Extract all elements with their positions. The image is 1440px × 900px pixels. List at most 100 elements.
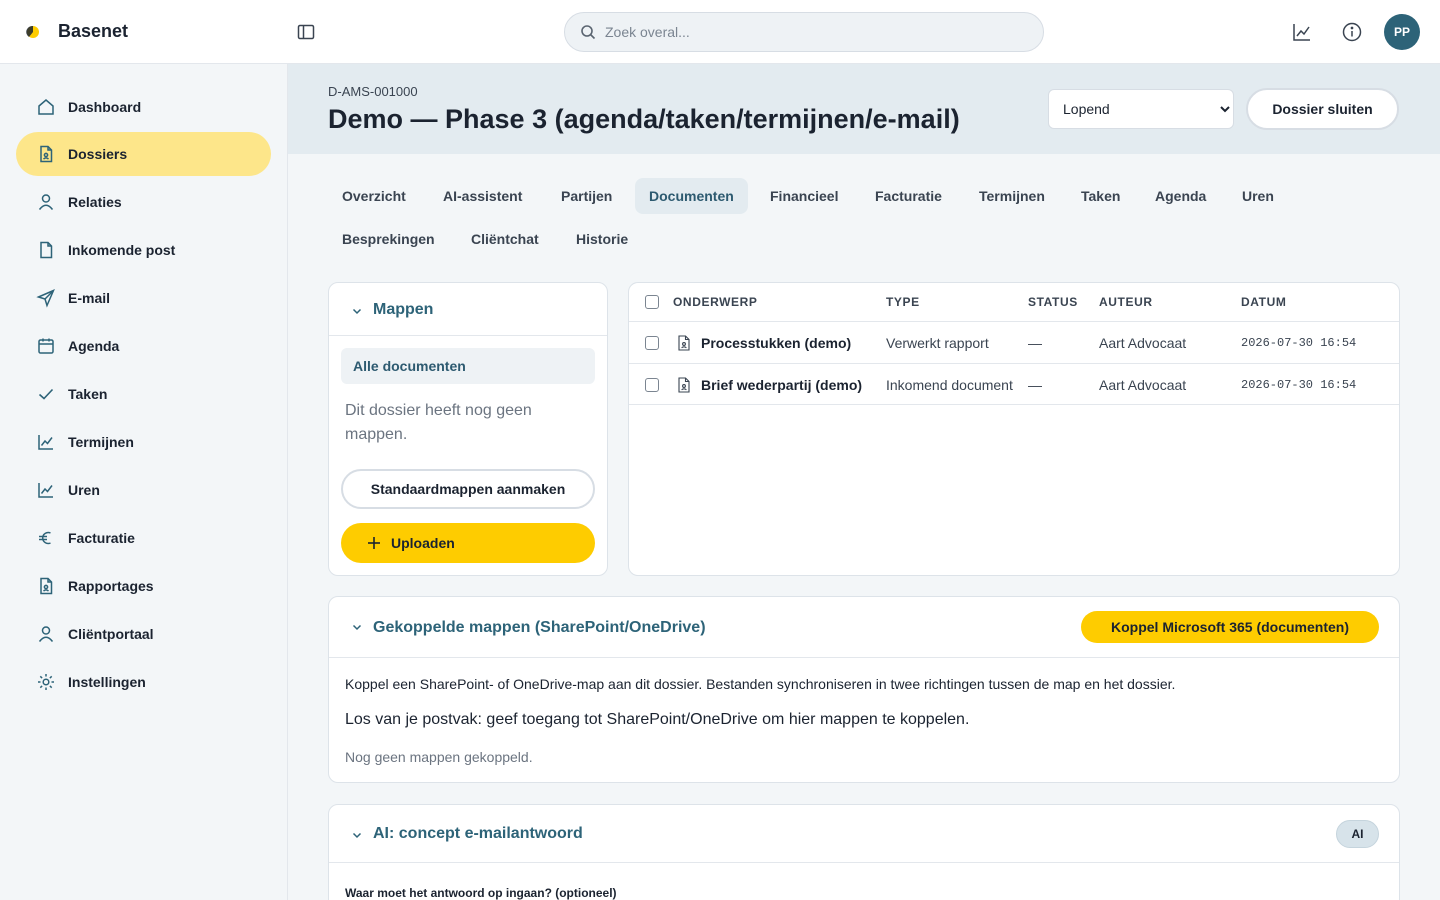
sidebar-item-email[interactable]: E-mail bbox=[16, 276, 271, 320]
document-icon bbox=[40, 241, 53, 259]
sidebar-item-relaties[interactable]: Relaties bbox=[16, 180, 271, 224]
document-date: 2026-07-30 16:54 bbox=[1241, 336, 1357, 350]
column-header-datum[interactable]: DATUM bbox=[1241, 295, 1286, 309]
sidebar-item-facturatie[interactable]: Facturatie bbox=[16, 516, 271, 560]
status-select[interactable]: Lopend bbox=[1048, 89, 1234, 129]
tab-facturatie[interactable]: Facturatie bbox=[861, 178, 956, 214]
main-content: D-AMS-001000 Demo — Phase 3 (agenda/take… bbox=[288, 64, 1440, 900]
column-header-type[interactable]: TYPE bbox=[886, 295, 920, 309]
divider bbox=[329, 862, 1399, 863]
all-documents-item[interactable]: Alle documenten bbox=[341, 348, 595, 384]
file-icon bbox=[678, 335, 690, 351]
sidebar-item-label: Instellingen bbox=[68, 674, 146, 690]
home-icon bbox=[38, 99, 54, 115]
check-icon bbox=[38, 388, 54, 400]
chart-icon bbox=[38, 435, 53, 450]
document-author: Aart Advocaat bbox=[1099, 377, 1187, 393]
page-title: Demo — Phase 3 (agenda/taken/termijnen/e… bbox=[328, 104, 960, 134]
dossier-id: D-AMS-001000 bbox=[328, 84, 418, 99]
brand-name[interactable]: Basenet bbox=[58, 21, 128, 42]
sidebar-item-uren[interactable]: Uren bbox=[16, 468, 271, 512]
folders-empty-text: Dit dossier heeft nog geen mappen. bbox=[345, 402, 532, 443]
user-icon bbox=[38, 194, 54, 210]
file-icon bbox=[678, 377, 690, 393]
linked-folders-description: Koppel een SharePoint- of OneDrive-map a… bbox=[345, 676, 1176, 692]
upload-label: Uploaden bbox=[391, 535, 455, 551]
sidebar-item-instellingen[interactable]: Instellingen bbox=[16, 660, 271, 704]
dossier-header: D-AMS-001000 Demo — Phase 3 (agenda/take… bbox=[288, 64, 1440, 154]
document-status: — bbox=[1028, 377, 1042, 393]
search-input[interactable] bbox=[605, 22, 1025, 42]
sidebar: Dashboard Dossiers Relaties Inkomende po… bbox=[0, 64, 288, 900]
chart-icon bbox=[38, 483, 53, 498]
ai-reply-field-label: Waar moet het antwoord op ingaan? (optio… bbox=[345, 886, 617, 900]
sidebar-item-label: Uren bbox=[68, 482, 100, 498]
ai-badge: AI bbox=[1336, 820, 1379, 848]
sidebar-item-agenda[interactable]: Agenda bbox=[16, 324, 271, 368]
table-row[interactable]: Brief wederpartij (demo) Inkomend docume… bbox=[629, 363, 1399, 405]
sidebar-item-rapportages[interactable]: Rapportages bbox=[16, 564, 271, 608]
table-row[interactable]: Processtukken (demo) Verwerkt rapport — … bbox=[629, 321, 1399, 363]
euro-icon bbox=[39, 531, 51, 545]
sidebar-toggle-icon[interactable] bbox=[296, 22, 316, 42]
tab-documenten[interactable]: Documenten bbox=[635, 178, 748, 214]
document-subject[interactable]: Brief wederpartij (demo) bbox=[701, 377, 862, 393]
user-avatar[interactable]: PP bbox=[1384, 14, 1420, 50]
global-search[interactable] bbox=[564, 12, 1044, 52]
connect-microsoft-365-button[interactable]: Koppel Microsoft 365 (documenten) bbox=[1081, 611, 1379, 643]
chevron-down-icon[interactable] bbox=[351, 305, 363, 317]
user-icon bbox=[38, 626, 54, 642]
tab-overzicht[interactable]: Overzicht bbox=[328, 178, 420, 214]
sidebar-item-taken[interactable]: Taken bbox=[16, 372, 271, 416]
search-icon bbox=[581, 25, 596, 40]
tab-financieel[interactable]: Financieel bbox=[756, 178, 852, 214]
sidebar-item-label: Termijnen bbox=[68, 434, 134, 450]
document-status: — bbox=[1028, 335, 1042, 351]
folders-panel: Mappen Alle documenten Dit dossier heeft… bbox=[328, 282, 608, 576]
sidebar-item-label: Facturatie bbox=[68, 530, 135, 546]
upload-button[interactable]: Uploaden bbox=[341, 523, 595, 563]
ai-reply-title: AI: concept e-mailantwoord bbox=[373, 825, 583, 842]
document-subject[interactable]: Processtukken (demo) bbox=[701, 335, 851, 351]
sidebar-item-label: Relaties bbox=[68, 194, 122, 210]
sidebar-item-label: E-mail bbox=[68, 290, 111, 306]
chevron-down-icon[interactable] bbox=[351, 829, 363, 841]
column-header-status[interactable]: STATUS bbox=[1028, 295, 1078, 309]
column-header-auteur[interactable]: AUTEUR bbox=[1099, 295, 1153, 309]
sidebar-item-dossiers[interactable]: Dossiers bbox=[16, 132, 271, 176]
linked-folders-note: Los van je postvak: geef toegang tot Sha… bbox=[345, 711, 970, 728]
row-checkbox[interactable] bbox=[645, 378, 659, 392]
tab-ai-assistent[interactable]: AI-assistent bbox=[429, 178, 536, 214]
close-dossier-button[interactable]: Dossier sluiten bbox=[1246, 88, 1399, 130]
select-all-checkbox[interactable] bbox=[645, 295, 659, 309]
tab-partijen[interactable]: Partijen bbox=[547, 178, 626, 214]
tab-taken[interactable]: Taken bbox=[1067, 178, 1134, 214]
sidebar-item-clientportaal[interactable]: Cliëntportaal bbox=[16, 612, 271, 656]
tab-historie[interactable]: Historie bbox=[562, 221, 642, 257]
settings-icon bbox=[38, 674, 54, 690]
document-author: Aart Advocaat bbox=[1099, 335, 1187, 351]
chart-icon[interactable] bbox=[1291, 21, 1313, 43]
sidebar-item-inkomende-post[interactable]: Inkomende post bbox=[16, 228, 271, 272]
chevron-down-icon[interactable] bbox=[351, 621, 363, 633]
plus-icon bbox=[368, 537, 380, 549]
tab-uren[interactable]: Uren bbox=[1228, 178, 1288, 214]
sidebar-item-label: Dossiers bbox=[68, 146, 128, 162]
tab-agenda[interactable]: Agenda bbox=[1141, 178, 1220, 214]
sidebar-item-label: Agenda bbox=[68, 338, 120, 354]
divider bbox=[329, 657, 1399, 658]
create-default-folders-button[interactable]: Standaardmappen aanmaken bbox=[341, 469, 595, 509]
sidebar-item-termijnen[interactable]: Termijnen bbox=[16, 420, 271, 464]
row-checkbox[interactable] bbox=[645, 336, 659, 350]
brand-logo-icon bbox=[26, 25, 39, 38]
tab-termijnen[interactable]: Termijnen bbox=[965, 178, 1059, 214]
folders-title: Mappen bbox=[373, 301, 434, 318]
file-icon bbox=[40, 577, 53, 595]
column-header-onderwerp[interactable]: ONDERWERP bbox=[673, 295, 758, 309]
tab-clientchat[interactable]: Cliëntchat bbox=[457, 221, 553, 257]
calendar-icon bbox=[38, 338, 54, 354]
info-icon[interactable] bbox=[1341, 21, 1363, 43]
sidebar-item-dashboard[interactable]: Dashboard bbox=[16, 85, 271, 129]
send-icon bbox=[36, 289, 55, 308]
tab-besprekingen[interactable]: Besprekingen bbox=[328, 221, 449, 257]
